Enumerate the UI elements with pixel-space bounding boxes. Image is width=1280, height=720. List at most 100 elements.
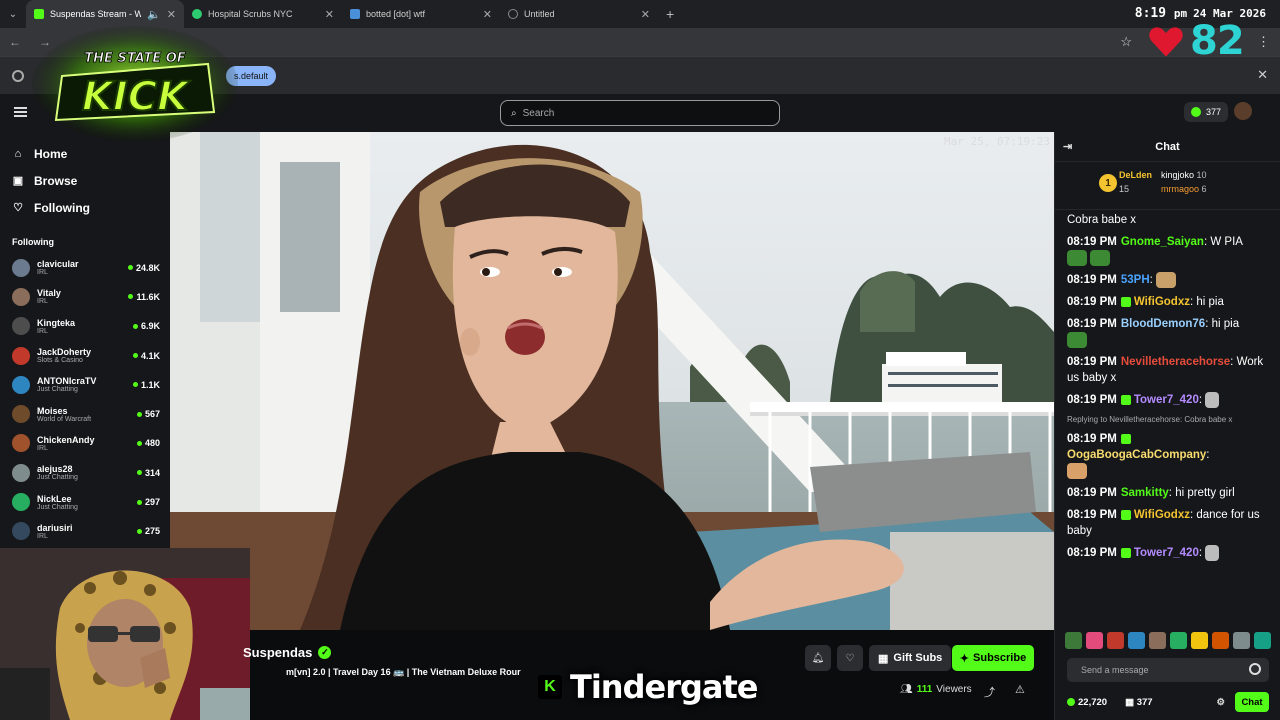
tab-mute-icon[interactable]: 🔈 xyxy=(147,8,161,21)
bookmark-star-icon[interactable]: ☆ xyxy=(1120,34,1132,50)
following-channel-item[interactable]: Moises World of Warcraft 567 xyxy=(0,399,170,428)
chat-panel: ⇥ Chat 1 DeLden 15 kingjoko 10 mrmagoo 6… xyxy=(1054,132,1280,720)
emote-icon[interactable] xyxy=(1191,632,1208,649)
leader-third-count: 6 xyxy=(1201,184,1207,194)
infobar-close-icon[interactable]: ✕ xyxy=(1257,67,1268,83)
message-username[interactable]: WifiGodxz xyxy=(1134,509,1190,521)
following-channel-item[interactable]: alejus28 Just Chatting 314 xyxy=(0,458,170,487)
browser-tab-untitled[interactable]: Untitled ✕ xyxy=(500,0,658,28)
search-input[interactable]: ⌕ Search xyxy=(500,100,780,126)
emote-icon[interactable] xyxy=(1233,632,1250,649)
video-frame xyxy=(170,132,1054,630)
chat-message-input[interactable]: Send a message xyxy=(1067,658,1269,682)
kicks-footer[interactable]: ▦ 377 xyxy=(1125,697,1152,708)
state-of-kick-logo: THE STATE OF KICK xyxy=(32,26,238,142)
notification-bell-button[interactable]: 🔔︎ xyxy=(805,645,831,671)
message-username[interactable]: Gnome_Saiyan xyxy=(1121,236,1204,248)
chat-send-button[interactable]: Chat xyxy=(1235,692,1269,712)
viewer-count: 👥︎ 111 Viewers xyxy=(900,684,972,695)
message-username[interactable]: BloodDemon76 xyxy=(1121,318,1205,330)
message-username[interactable]: Samkitty xyxy=(1121,487,1169,499)
tab-close-icon[interactable]: ✕ xyxy=(325,8,334,21)
gift-subs-button[interactable]: ▦ Gift Subs xyxy=(869,645,952,671)
tab-list-chevron-icon[interactable]: ⌄ xyxy=(0,0,26,28)
follow-heart-button[interactable]: ♡ xyxy=(837,645,863,671)
emote-icon[interactable] xyxy=(1212,632,1229,649)
browser-tab-botted[interactable]: botted [dot] wtf ✕ xyxy=(342,0,500,28)
emote-icon[interactable] xyxy=(1086,632,1103,649)
following-heading: Following xyxy=(12,237,54,247)
nav-home[interactable]: ⌂ Home xyxy=(0,140,170,167)
following-channel-item[interactable]: ANTONIcraTV Just Chatting 1.1K xyxy=(0,370,170,399)
following-channel-item[interactable]: Kingteka IRL 6.9K xyxy=(0,312,170,341)
share-icon[interactable]: ⤴ xyxy=(984,684,995,700)
following-channel-item[interactable]: JackDoherty Slots & Casino 4.1K xyxy=(0,341,170,370)
emote-icon[interactable] xyxy=(1107,632,1124,649)
new-tab-plus-icon[interactable]: + xyxy=(658,6,682,22)
kick-favicon-icon xyxy=(34,9,44,19)
emote-icon[interactable] xyxy=(1128,632,1145,649)
browser-menu-icon[interactable]: ⋮ xyxy=(1257,34,1270,50)
tab-close-icon[interactable]: ✕ xyxy=(167,8,176,21)
nav-following[interactable]: ♡ Following xyxy=(0,194,170,221)
channel-name: ANTONIcraTV xyxy=(37,376,97,387)
video-player[interactable]: Mar 25, 07:19:23 xyxy=(170,132,1054,630)
channel-name: Kingteka xyxy=(37,317,76,328)
star-icon: ✦ xyxy=(959,652,970,665)
sub-badge-icon xyxy=(1120,434,1131,445)
subscribe-button[interactable]: ✦ Subscribe xyxy=(952,645,1034,671)
following-channel-item[interactable]: dariusiri IRL 275 xyxy=(0,517,170,546)
viewers-icon: 👥︎ xyxy=(900,684,913,695)
emote-bar xyxy=(1065,632,1275,652)
emoji-picker-icon[interactable] xyxy=(1249,663,1261,675)
emote-icon[interactable] xyxy=(1254,632,1271,649)
message-username[interactable]: Nevilletheracehorse xyxy=(1121,356,1230,368)
chrome-icon xyxy=(12,70,24,82)
user-avatar[interactable] xyxy=(1234,102,1252,120)
message-username[interactable]: 53PH xyxy=(1121,274,1150,286)
channel-name: JackDoherty xyxy=(37,347,92,358)
following-channel-item[interactable]: clavicular IRL 24.8K xyxy=(0,253,170,282)
chat-message: 08:19 PM WifiGodxz: hi pia xyxy=(1067,294,1272,310)
message-username[interactable]: Tower7_420 xyxy=(1134,394,1199,406)
message-time: 08:19 PM xyxy=(1067,274,1117,287)
nav-browse-label: Browse xyxy=(34,173,78,188)
message-username[interactable]: OogaBoogaCabCompany xyxy=(1067,449,1206,461)
nav-browse[interactable]: ▣ Browse xyxy=(0,167,170,194)
channel-viewers: 1.1K xyxy=(133,380,160,390)
leader-first-name[interactable]: DeLden xyxy=(1119,170,1152,180)
following-channel-item[interactable]: NickLee Just Chatting 297 xyxy=(0,487,170,516)
back-arrow-icon[interactable]: ← xyxy=(0,35,30,49)
channel-name[interactable]: Suspendas ✓ xyxy=(243,645,332,660)
following-channel-item[interactable]: ChickenAndy IRL 480 xyxy=(0,429,170,458)
channel-points[interactable]: 22,720 xyxy=(1067,697,1107,708)
leader-second[interactable]: kingjoko 10 xyxy=(1161,170,1207,180)
hamburger-menu-icon[interactable] xyxy=(14,107,27,117)
emote-icon[interactable] xyxy=(1170,632,1187,649)
kicks-balance[interactable]: 377 xyxy=(1184,102,1229,122)
channel-category: IRL xyxy=(37,532,48,540)
message-username[interactable]: Tower7_420 xyxy=(1134,547,1199,559)
message-username[interactable]: WifiGodxz xyxy=(1134,296,1190,308)
message-colon: : xyxy=(1206,449,1210,462)
tab-title: Suspendas Stream - Watch xyxy=(50,9,142,19)
rank-medal-icon: 1 xyxy=(1099,174,1117,192)
collapse-chat-icon[interactable]: ⇥ xyxy=(1063,140,1072,153)
streamer-webcam-overlay xyxy=(0,548,250,720)
globe-favicon-icon xyxy=(508,9,518,19)
tab-close-icon[interactable]: ✕ xyxy=(483,8,492,21)
report-warning-icon[interactable]: ⚠ xyxy=(1015,683,1025,696)
overlay-heart-icon xyxy=(1149,27,1183,57)
tab-close-icon[interactable]: ✕ xyxy=(641,8,650,21)
svg-text:THE STATE OF: THE STATE OF xyxy=(84,51,186,66)
chat-message: 08:19 PM 53PH: xyxy=(1067,272,1272,289)
leader-third[interactable]: mrmagoo 6 xyxy=(1161,184,1207,194)
emote-icon[interactable] xyxy=(1149,632,1166,649)
chat-settings-gear-icon[interactable]: ⚙ xyxy=(1216,697,1225,708)
webcam-frame xyxy=(0,548,250,720)
chat-title: Chat xyxy=(1155,140,1180,153)
channel-name: clavicular xyxy=(37,259,79,270)
channel-avatar xyxy=(12,434,30,453)
emote-icon[interactable] xyxy=(1065,632,1082,649)
following-channel-item[interactable]: Vitaly IRL 11.6K xyxy=(0,282,170,311)
